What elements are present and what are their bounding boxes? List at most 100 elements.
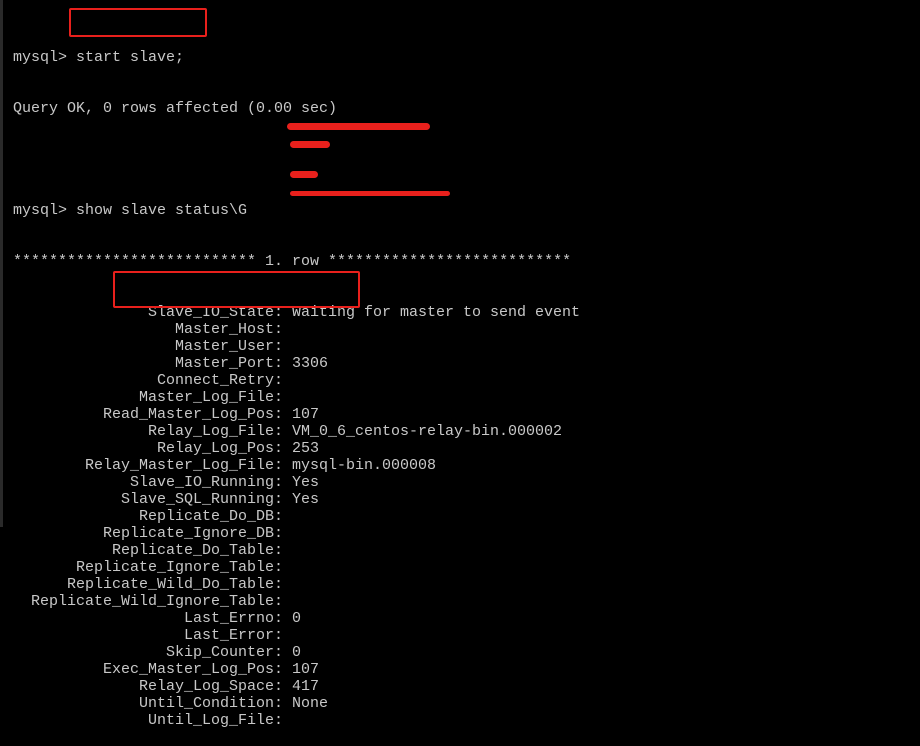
field-separator: : (274, 321, 293, 338)
field-key: Exec_Master_Log_Pos (102, 661, 274, 678)
field-separator: : (274, 457, 293, 474)
field-separator: : (274, 610, 293, 627)
command-line: mysql> start slave; (13, 49, 580, 66)
field-separator: : (274, 338, 293, 355)
field-separator: : (274, 389, 293, 406)
status-field-replicate-ignore-table: Replicate_Ignore_Table: (13, 559, 580, 576)
field-value: 0 (292, 610, 302, 627)
field-value: None (292, 695, 329, 712)
highlight-box-start-slave (69, 8, 207, 37)
field-value: mysql-bin.000008 (292, 457, 437, 474)
highlight-box-running (113, 271, 360, 308)
status-field-master-host: Master_Host: (13, 321, 580, 338)
field-separator: : (274, 508, 293, 525)
field-value: 3306 (292, 355, 329, 372)
field-separator: : (274, 644, 293, 661)
field-key: Slave_SQL_Running (120, 491, 274, 508)
status-field-relay-log-file: Relay_Log_File: VM_0_6_centos-relay-bin.… (13, 423, 580, 440)
status-field-relay-log-space: Relay_Log_Space: 417 (13, 678, 580, 695)
window-edge (0, 0, 3, 527)
field-separator: : (274, 372, 293, 389)
status-field-slave-io-running: Slave_IO_Running: Yes (13, 474, 580, 491)
field-key: Last_Error (183, 627, 274, 644)
field-separator: : (274, 491, 293, 508)
field-key: Replicate_Wild_Do_Table (66, 576, 274, 593)
status-field-master-user: Master_User: (13, 338, 580, 355)
field-value: 253 (292, 440, 320, 457)
field-key: Relay_Log_Pos (156, 440, 274, 457)
field-key: Last_Errno (183, 610, 274, 627)
field-separator: : (274, 355, 293, 372)
status-field-last-errno: Last_Errno: 0 (13, 610, 580, 627)
field-value: Yes (292, 491, 320, 508)
field-key: Until_Log_File (147, 712, 274, 729)
status-field-replicate-do-table: Replicate_Do_Table: (13, 542, 580, 559)
field-separator: : (274, 576, 293, 593)
prompt: mysql> (13, 202, 77, 219)
field-separator: : (274, 474, 293, 491)
field-key: Replicate_Ignore_DB (102, 525, 274, 542)
field-key: Skip_Counter (165, 644, 274, 661)
row-header: *************************** 1. row *****… (13, 253, 572, 270)
field-separator: : (274, 661, 293, 678)
field-separator: : (274, 593, 293, 610)
field-key: Slave_IO_Running (129, 474, 274, 491)
field-value: 0 (292, 644, 302, 661)
field-separator: : (274, 423, 293, 440)
status-fields: Slave_IO_State: Waiting for master to se… (13, 304, 580, 729)
command-text: show slave status\G (76, 202, 248, 219)
field-separator: : (274, 627, 293, 644)
field-separator: : (274, 525, 293, 542)
status-field-replicate-do-db: Replicate_Do_DB: (13, 508, 580, 525)
status-field-relay-master-log-file: Relay_Master_Log_File: mysql-bin.000008 (13, 457, 580, 474)
status-field-last-error: Last_Error: (13, 627, 580, 644)
redaction-master-host (287, 123, 430, 130)
field-key: Replicate_Wild_Ignore_Table (30, 593, 274, 610)
field-value: 107 (292, 406, 320, 423)
status-field-until-log-file: Until_Log_File: (13, 712, 580, 729)
status-field-until-condition: Until_Condition: None (13, 695, 580, 712)
field-key: Replicate_Do_DB (138, 508, 274, 525)
field-value: VM_0_6_centos-relay-bin.000002 (292, 423, 563, 440)
field-separator: : (274, 678, 293, 695)
field-value: 107 (292, 661, 320, 678)
field-key: Read_Master_Log_Pos (102, 406, 274, 423)
field-key: Master_Host (174, 321, 274, 338)
status-field-slave-sql-running: Slave_SQL_Running: Yes (13, 491, 580, 508)
field-key: Until_Condition (138, 695, 274, 712)
field-key: Replicate_Do_Table (111, 542, 274, 559)
status-field-read-master-log-pos: Read_Master_Log_Pos: 107 (13, 406, 580, 423)
status-field-replicate-ignore-db: Replicate_Ignore_DB: (13, 525, 580, 542)
field-value: 417 (292, 678, 320, 695)
field-separator: : (274, 542, 293, 559)
field-key: Relay_Master_Log_File (84, 457, 274, 474)
redaction-master-user (290, 141, 330, 148)
field-separator: : (274, 440, 293, 457)
field-key: Connect_Retry (156, 372, 274, 389)
status-field-skip-counter: Skip_Counter: 0 (13, 644, 580, 661)
status-field-master-port: Master_Port: 3306 (13, 355, 580, 372)
field-key: Master_Port (174, 355, 274, 372)
redaction-master-log-file (290, 191, 450, 196)
field-key: Relay_Log_File (147, 423, 274, 440)
status-field-connect-retry: Connect_Retry: (13, 372, 580, 389)
query-result: Query OK, 0 rows affected (0.00 sec) (13, 100, 338, 117)
field-key: Master_Log_File (138, 389, 274, 406)
field-key: Replicate_Ignore_Table (75, 559, 274, 576)
redaction-connect-retry (290, 171, 318, 178)
field-value: Yes (292, 474, 320, 491)
field-key: Master_User (174, 338, 274, 355)
field-separator: : (274, 406, 293, 423)
command-line: mysql> show slave status\G (13, 202, 580, 219)
field-separator: : (274, 695, 293, 712)
field-separator: : (274, 712, 293, 729)
status-field-replicate-wild-do-table: Replicate_Wild_Do_Table: (13, 576, 580, 593)
status-field-replicate-wild-ignore-table: Replicate_Wild_Ignore_Table: (13, 593, 580, 610)
prompt: mysql> (13, 49, 77, 66)
status-field-exec-master-log-pos: Exec_Master_Log_Pos: 107 (13, 661, 580, 678)
field-separator: : (274, 559, 293, 576)
status-field-relay-log-pos: Relay_Log_Pos: 253 (13, 440, 580, 457)
field-key: Relay_Log_Space (138, 678, 274, 695)
command-text: start slave; (76, 49, 185, 66)
